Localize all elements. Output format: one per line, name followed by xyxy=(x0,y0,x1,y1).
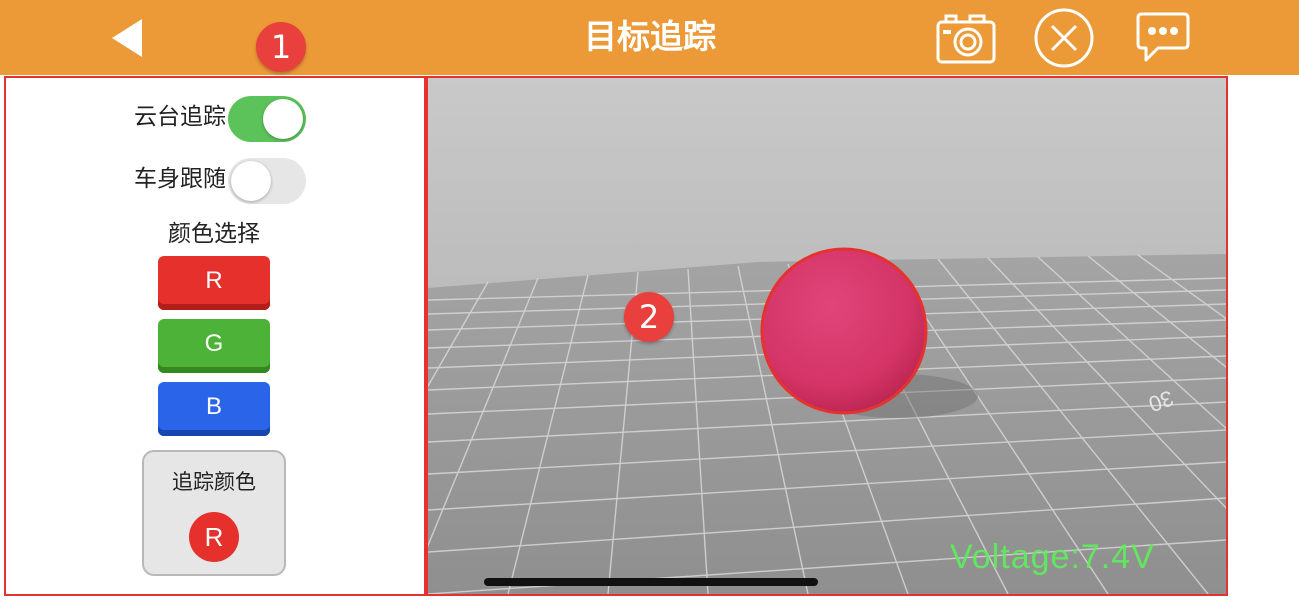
camera-icon[interactable] xyxy=(934,8,998,68)
color-select-title: 颜色选择 xyxy=(168,221,260,247)
chat-bubble-icon[interactable] xyxy=(1134,8,1192,68)
home-indicator xyxy=(484,578,818,586)
tracking-color-panel: 追踪颜色 R xyxy=(142,450,286,576)
toggle-knob xyxy=(231,161,271,201)
annotation-badge-1: 1 xyxy=(256,22,306,72)
gimbal-tracking-label: 云台追踪 xyxy=(134,104,226,130)
gimbal-tracking-toggle[interactable] xyxy=(228,96,306,142)
camera-feed[interactable]: 30 Voltage:7.4V xyxy=(426,76,1228,596)
annotation-badge-2: 2 xyxy=(624,292,674,342)
voltage-readout: Voltage:7.4V xyxy=(950,538,1155,576)
back-arrow-icon[interactable] xyxy=(104,15,150,61)
blue-color-button[interactable]: B xyxy=(158,382,270,436)
red-color-button[interactable]: R xyxy=(158,256,270,310)
tracking-color-indicator: R xyxy=(189,512,239,562)
green-color-button[interactable]: G xyxy=(158,319,270,373)
toggle-knob xyxy=(263,99,303,139)
close-circle-icon[interactable] xyxy=(1032,6,1096,70)
tracking-color-label: 追踪颜色 xyxy=(172,470,256,494)
gimbal-tracking-row: 云台追踪 xyxy=(6,92,426,142)
body-follow-row: 车身跟随 xyxy=(6,154,426,204)
control-panel: 云台追踪 车身跟随 颜色选择 R G B 追踪颜色 R xyxy=(4,76,426,596)
body-follow-label: 车身跟随 xyxy=(134,166,226,192)
right-margin xyxy=(1228,76,1299,601)
top-bar: 目标追踪 xyxy=(0,0,1299,75)
camera-scene: 30 xyxy=(428,78,1226,594)
body-follow-toggle[interactable] xyxy=(228,158,306,204)
page-title: 目标追踪 xyxy=(584,17,716,56)
